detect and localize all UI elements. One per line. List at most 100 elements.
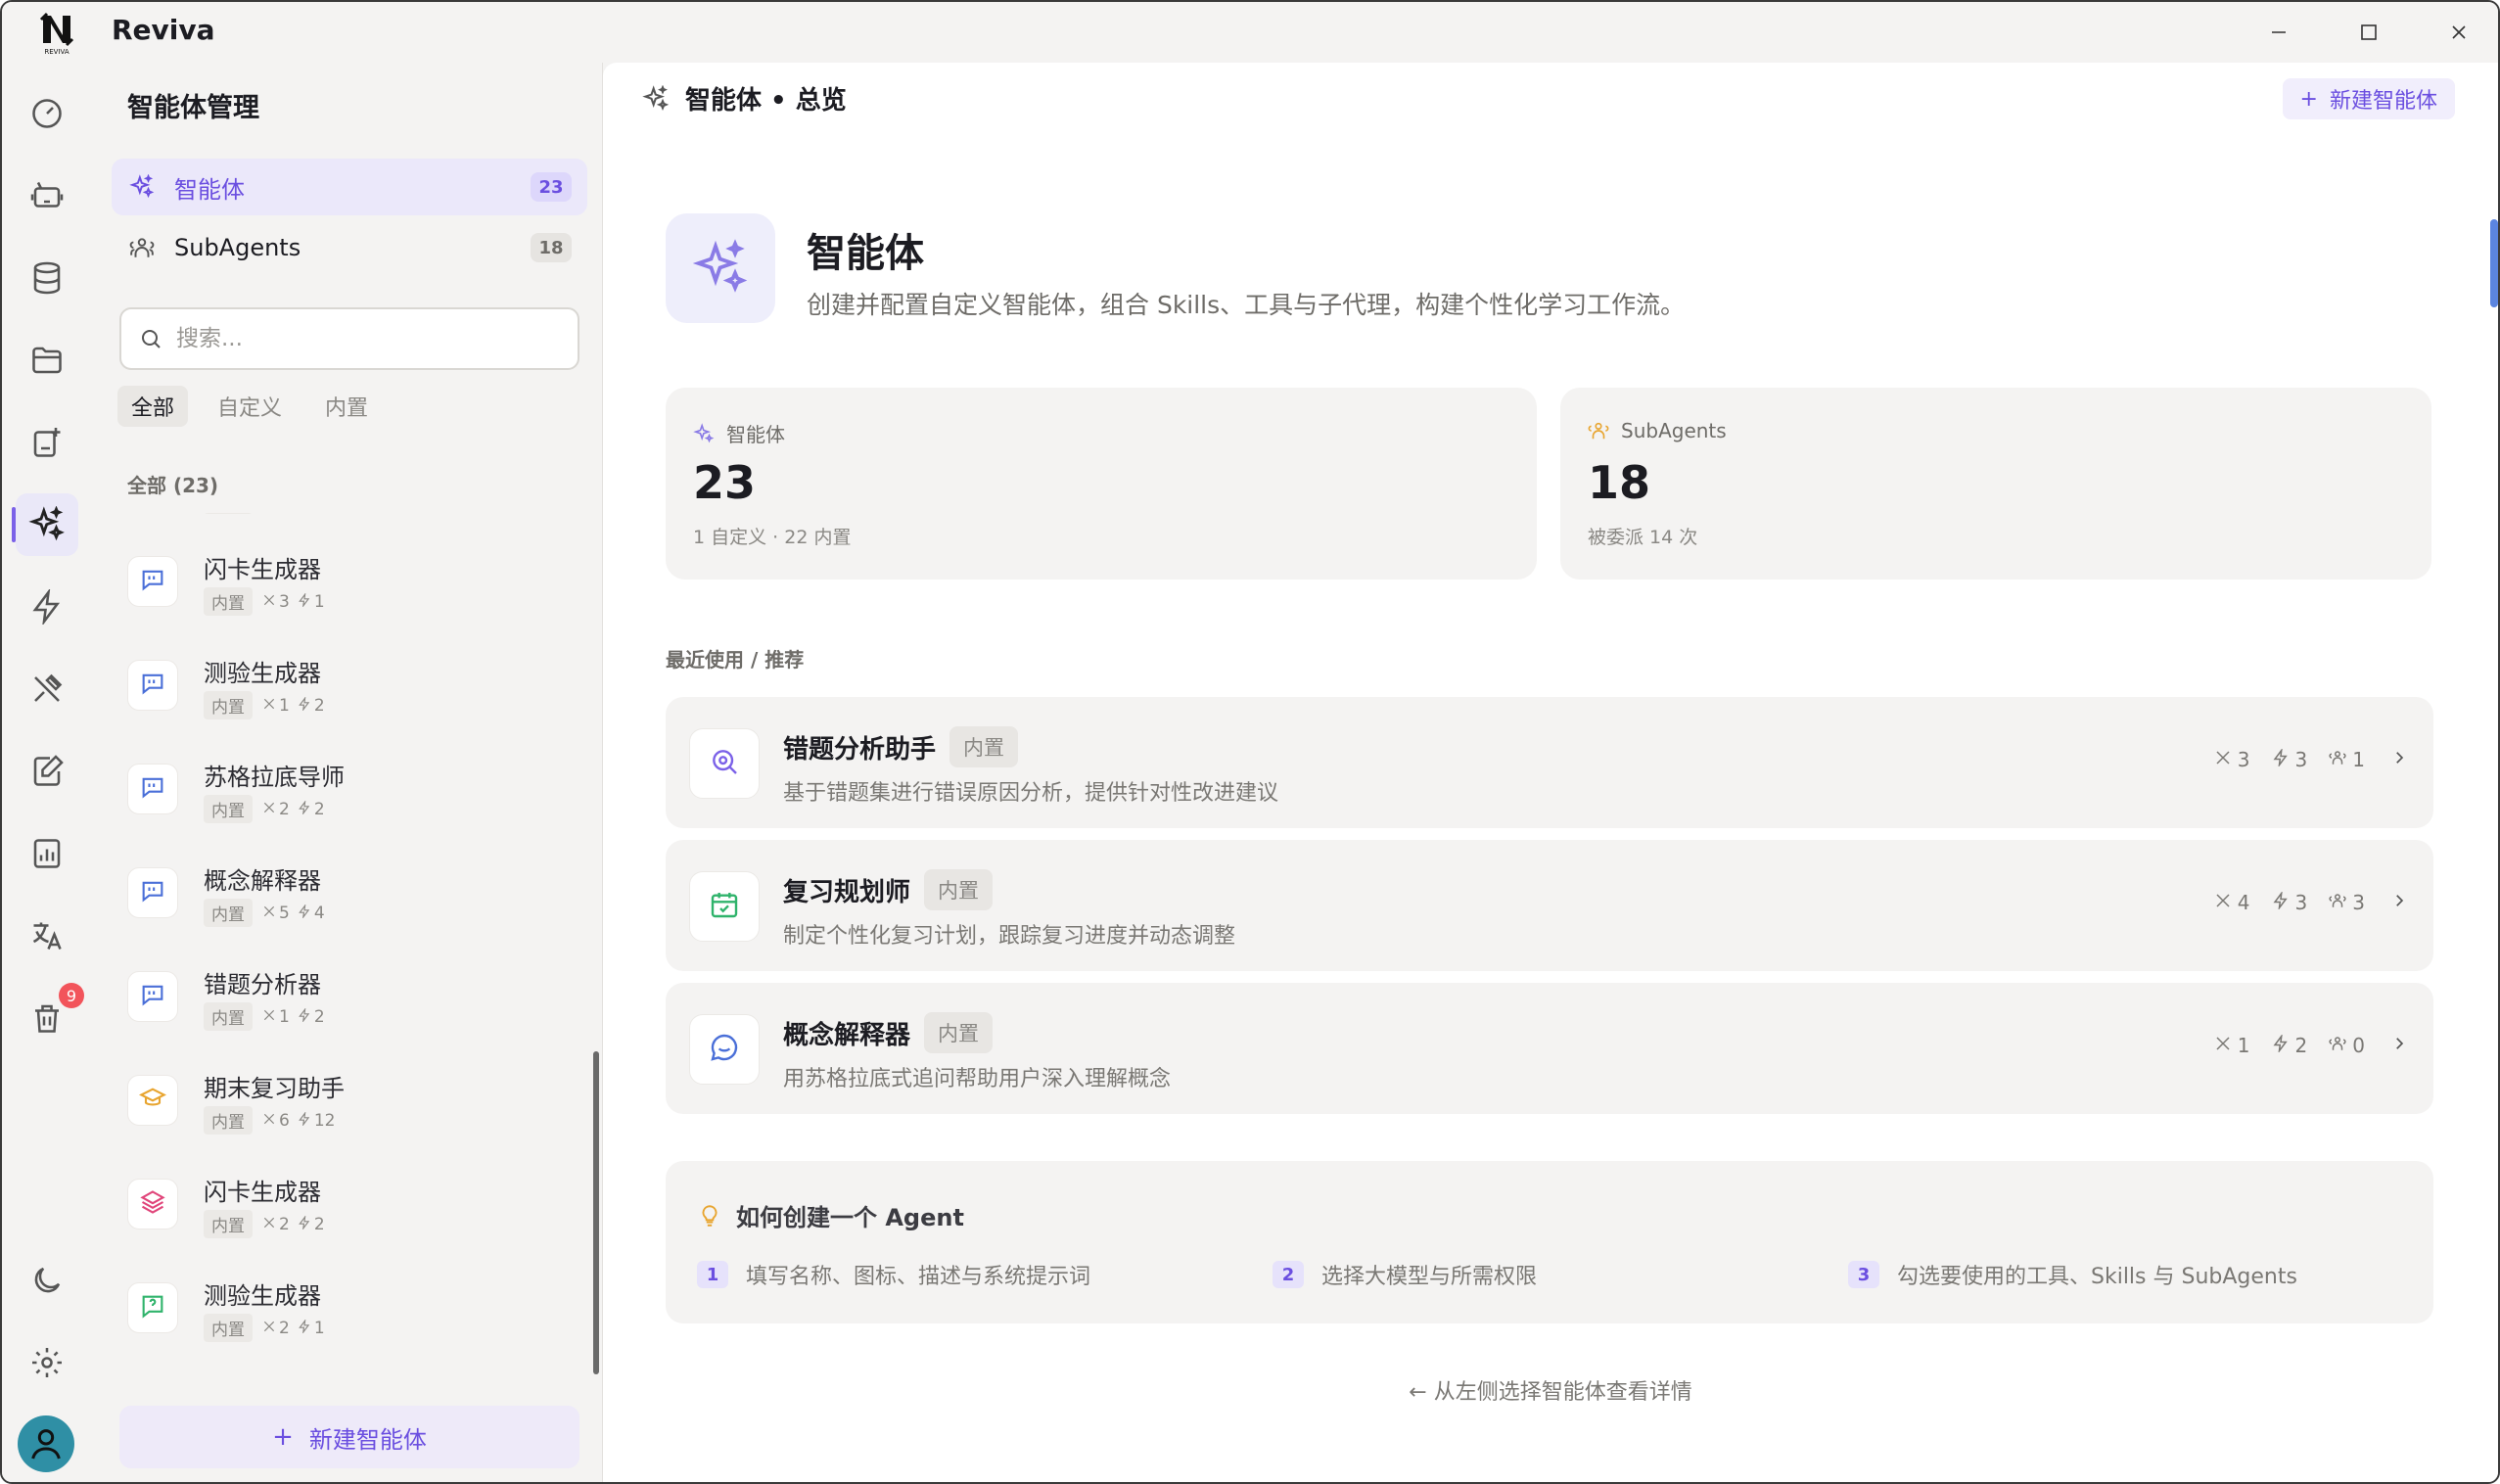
lightning-icon	[298, 1214, 314, 1234]
skills-count: 2	[298, 800, 325, 819]
minimize-button[interactable]	[2249, 10, 2308, 55]
rail-theme-toggle[interactable]	[16, 1249, 78, 1312]
agent-card[interactable]: 复习规划师 内置 制定个性化复习计划，跟踪复习进度并动态调整 4 3 3	[666, 840, 2433, 971]
howto-step: 1 填写名称、图标、描述与系统提示词	[697, 1259, 1090, 1290]
list-item[interactable]: 内置	[112, 513, 587, 533]
rail-robot[interactable]	[16, 164, 78, 227]
skills-count: 4	[298, 904, 325, 923]
list-item[interactable]: 测验生成器 内置 1 2	[112, 636, 587, 734]
chevron-right-icon[interactable]	[2390, 891, 2408, 914]
footer-hint-text: 从左侧选择智能体查看详情	[1433, 1380, 1692, 1405]
new-agent-button[interactable]: + 新建智能体	[119, 1406, 579, 1468]
sidebar-scrollbar[interactable]	[593, 1051, 599, 1374]
rail-translate[interactable]	[16, 904, 78, 967]
icon-rail: 9	[2, 63, 94, 1482]
rail-database[interactable]	[16, 247, 78, 309]
filter-tab-all[interactable]: 全部	[117, 386, 189, 427]
list-item[interactable]: 错题分析器 内置 1 2	[112, 948, 587, 1045]
list-item[interactable]: 期末复习助手 内置 6 12	[112, 1051, 587, 1149]
sparkles-icon	[28, 506, 65, 541]
step-text: 勾选要使用的工具、Skills 与 SubAgents	[1897, 1265, 2297, 1289]
tools-count-value: 2	[279, 799, 290, 819]
agent-card[interactable]: 概念解释器 内置 用苏格拉底式追问帮助用户深入理解概念 1 2 0	[666, 983, 2433, 1114]
close-icon	[2452, 25, 2466, 39]
tools-count: 3	[262, 592, 290, 612]
list-item[interactable]: 苏格拉底导师 内置 2 2	[112, 740, 587, 838]
tools-count-value: 1	[2237, 1034, 2250, 1057]
builtin-tag: 内置	[949, 726, 1019, 767]
agent-card-description: 制定个性化复习计划，跟踪复习进度并动态调整	[783, 924, 1236, 949]
close-button[interactable]	[2430, 10, 2488, 55]
filter-tab-builtin[interactable]: 内置	[311, 386, 382, 427]
header-new-agent-button[interactable]: + 新建智能体	[2282, 78, 2455, 119]
stat-value: 23	[693, 456, 757, 509]
agent-card-name: 复习规划师	[783, 877, 911, 907]
rail-folder[interactable]	[16, 329, 78, 392]
rail-edit-doc[interactable]	[16, 740, 78, 803]
agent-card-meta: 1 2 0	[2193, 1033, 2408, 1057]
skills-count: 1	[298, 1319, 325, 1338]
list-item-name: 测验生成器	[204, 1282, 321, 1310]
tools-icon	[262, 1007, 279, 1027]
sidebar-item-label: SubAgents	[174, 234, 301, 261]
maximize-button[interactable]	[2339, 10, 2398, 55]
user-avatar[interactable]	[18, 1415, 74, 1472]
list-item[interactable]: 闪卡生成器 内置 3 1	[112, 533, 587, 630]
agent-card[interactable]: 错题分析助手 内置 基于错题集进行错误原因分析，提供针对性改进建议 3 3 1	[666, 697, 2433, 828]
folder-icon	[32, 347, 62, 374]
new-agent-label: 新建智能体	[308, 1425, 427, 1454]
filter-tab-custom[interactable]: 自定义	[204, 386, 296, 427]
main-content: 智能体 • 总览 + 新建智能体 智能体 创建并配置自定义智能体，组合 Skil…	[603, 63, 2498, 1482]
sparkles-icon	[129, 174, 155, 199]
tools-count-value: 2	[279, 1318, 290, 1338]
agent-card-icon-box	[689, 1014, 760, 1085]
tools-count: 2	[262, 1319, 290, 1338]
rail-skills[interactable]	[16, 576, 78, 638]
search-analyze-icon	[709, 746, 740, 781]
chevron-right-icon[interactable]	[2390, 1034, 2408, 1057]
list-item[interactable]: 测验生成器 内置 2 1	[112, 1259, 587, 1357]
list-item-icon-box	[127, 1075, 178, 1126]
tools-icon	[262, 592, 279, 612]
rail-reports[interactable]	[16, 822, 78, 885]
rail-tools[interactable]	[16, 658, 78, 720]
search-input[interactable]	[176, 326, 568, 351]
skills-count-value: 1	[313, 591, 325, 612]
chevron-right-icon[interactable]	[2390, 748, 2408, 771]
step-text: 选择大模型与所需权限	[1321, 1265, 1538, 1289]
breadcrumb: 智能体 • 总览	[642, 80, 847, 116]
tools-count-value: 5	[279, 903, 290, 923]
list-item-meta: 内置 2 1	[204, 1314, 333, 1342]
agent-sidebar: 智能体管理 智能体 23 SubAgents 18 全部 自定义 内置 全部 (…	[94, 63, 603, 1482]
list-item-icon-box	[127, 867, 178, 918]
tools-count-value: 3	[279, 591, 290, 612]
list-item[interactable]: 闪卡生成器 内置 2 2	[112, 1155, 587, 1253]
rail-settings[interactable]	[16, 1331, 78, 1394]
page-header-title: 智能体 • 总览	[685, 86, 847, 116]
sidebar-item-agents[interactable]: 智能体 23	[112, 159, 587, 215]
sidebar-item-subagents[interactable]: SubAgents 18	[112, 219, 587, 276]
rail-trash[interactable]: 9	[16, 983, 84, 1049]
list-item[interactable]: 概念解释器 内置 5 4	[112, 844, 587, 942]
skills-count-value: 2	[2294, 1034, 2308, 1057]
lightning-icon	[298, 1318, 314, 1338]
main-scrollbar[interactable]	[2490, 219, 2498, 307]
stat-value: 18	[1588, 456, 1651, 509]
tools-count: 1	[262, 1007, 290, 1027]
howto-title: 如何创建一个 Agent	[697, 1198, 964, 1232]
skills-count-value: 2	[313, 695, 325, 716]
layers-icon	[139, 1188, 166, 1220]
tools-count-value: 6	[279, 1110, 290, 1131]
howto-card: 如何创建一个 Agent 1 填写名称、图标、描述与系统提示词 2 选择大模型与…	[666, 1161, 2433, 1323]
rail-agents[interactable]	[12, 493, 78, 556]
rail-dashboard[interactable]	[16, 82, 78, 145]
rail-note-add[interactable]	[16, 411, 78, 474]
builtin-tag: 内置	[924, 1012, 994, 1053]
agent-card-icon-box	[689, 871, 760, 942]
page-title: 智能体	[807, 231, 924, 276]
search-icon	[142, 330, 161, 348]
lightbulb-icon	[702, 1204, 718, 1227]
tools-icon	[2214, 891, 2238, 914]
robot-icon	[30, 181, 64, 208]
search-box	[119, 307, 579, 370]
